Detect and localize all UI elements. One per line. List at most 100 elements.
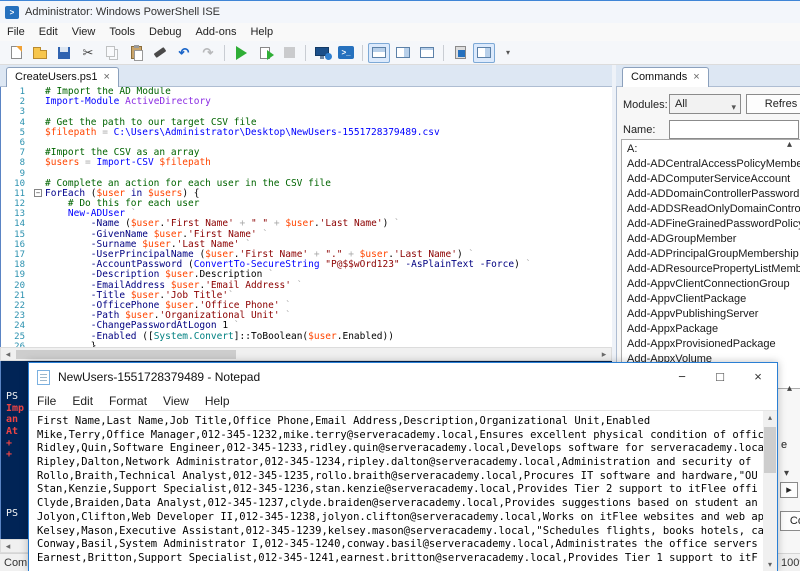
csv-line: Ripley,Dalton,Network Administrator,012-…: [37, 456, 765, 470]
command-list-item[interactable]: A:: [622, 142, 800, 157]
line-number: 13: [1, 209, 33, 219]
menu-debug[interactable]: Debug: [142, 23, 188, 41]
scroll-left-icon[interactable]: ◂: [1, 348, 15, 360]
name-label: Name:: [623, 124, 655, 136]
ise-titlebar[interactable]: > Administrator: Windows PowerShell ISE: [0, 1, 800, 23]
list-scrollbar-up-icon-2[interactable]: ▴: [787, 383, 792, 394]
show-script-pane-top-icon[interactable]: [368, 43, 390, 63]
command-list-item[interactable]: Add-ADCentralAccessPolicyMember: [622, 157, 800, 172]
fold-column: [33, 321, 45, 331]
stop-operation-icon[interactable]: [278, 43, 300, 63]
run-script-icon[interactable]: [230, 43, 252, 63]
fold-column: [33, 250, 45, 260]
minimize-button[interactable]: −: [663, 363, 701, 391]
menu-tools[interactable]: Tools: [102, 23, 142, 41]
csv-line: Jolyon,Clifton,Web Developer II,012-345-…: [37, 511, 765, 525]
line-number: 14: [1, 219, 33, 229]
copy-button[interactable]: Cop: [780, 511, 800, 531]
scroll-left-icon[interactable]: ◂: [1, 540, 15, 552]
notepad-vscroll-thumb[interactable]: [764, 427, 776, 473]
copy-icon[interactable]: [101, 43, 123, 63]
notepad-menu-help[interactable]: Help: [197, 391, 238, 411]
chevron-down-icon[interactable]: ▾: [784, 468, 789, 479]
line-number: 8: [1, 158, 33, 168]
command-list-item[interactable]: Add-ADResourcePropertyListMember: [622, 262, 800, 277]
csv-line: Kelsey,Mason,Executive Assistant,012-345…: [37, 525, 765, 539]
scroll-down-icon[interactable]: ▾: [763, 558, 777, 571]
notepad-menu-format[interactable]: Format: [101, 391, 155, 411]
refresh-button[interactable]: Refres: [746, 94, 800, 114]
script-editor[interactable]: 1# Import the AD Module2Import-Module Ac…: [0, 87, 612, 347]
modules-dropdown[interactable]: All ▾: [669, 94, 741, 114]
toolbar-overflow-icon[interactable]: ▾: [497, 43, 519, 63]
menu-help[interactable]: Help: [243, 23, 280, 41]
list-scrollbar-up-icon[interactable]: ▴: [787, 139, 792, 150]
command-list-item[interactable]: Add-AppvPublishingServer: [622, 307, 800, 322]
line-number: 7: [1, 148, 33, 158]
csv-line: Conway,Basil,System Administrator I,012-…: [37, 538, 765, 552]
command-list-item[interactable]: Add-AppvClientConnectionGroup: [622, 277, 800, 292]
commands-tab-close-icon[interactable]: ×: [693, 72, 699, 83]
menu-edit[interactable]: Edit: [32, 23, 65, 41]
screen: > Administrator: Windows PowerShell ISE …: [0, 0, 800, 571]
notepad-menu-view[interactable]: View: [155, 391, 197, 411]
show-script-pane-right-icon[interactable]: [392, 43, 414, 63]
command-list-item[interactable]: Add-ADGroupMember: [622, 232, 800, 247]
notepad-menubar: FileEditFormatViewHelp: [29, 391, 777, 411]
csv-line: First Name,Last Name,Job Title,Office Ph…: [37, 415, 765, 429]
fold-column: [33, 148, 45, 158]
new-remote-powershell-tab-icon[interactable]: [311, 43, 333, 63]
command-list-item[interactable]: Add-AppxPackage: [622, 322, 800, 337]
line-number: 12: [1, 199, 33, 209]
cut-icon[interactable]: ✂: [77, 43, 99, 63]
start-powershell-exe-icon[interactable]: >_: [335, 43, 357, 63]
menu-addons[interactable]: Add-ons: [188, 23, 243, 41]
maximize-button[interactable]: □: [701, 363, 739, 391]
command-list-item[interactable]: Add-ADDSReadOnlyDomainControllerAcco: [622, 202, 800, 217]
editor-hscroll-thumb[interactable]: [16, 350, 236, 359]
scroll-up-icon[interactable]: ▴: [763, 411, 777, 425]
command-list-item[interactable]: Add-AppxProvisionedPackage: [622, 337, 800, 352]
save-icon[interactable]: [53, 43, 75, 63]
notepad-titlebar[interactable]: NewUsers-1551728379489 - Notepad − □ ×: [29, 363, 777, 391]
new-script-icon[interactable]: [5, 43, 27, 63]
line-number: 6: [1, 138, 33, 148]
command-list-item[interactable]: Add-AppvClientPackage: [622, 292, 800, 307]
scroll-right-button[interactable]: ▸: [780, 482, 798, 498]
editor-horizontal-scrollbar[interactable]: ◂ ▸: [0, 347, 612, 361]
command-list-item[interactable]: Add-ADDomainControllerPasswordReplicat: [622, 187, 800, 202]
open-script-icon[interactable]: [29, 43, 51, 63]
notepad-window-title: NewUsers-1551728379489 - Notepad: [58, 370, 260, 384]
redo-icon[interactable]: ↷: [197, 43, 219, 63]
close-button[interactable]: ×: [739, 363, 777, 391]
script-tab-close-icon[interactable]: ×: [104, 72, 110, 83]
name-input[interactable]: [669, 120, 799, 139]
show-script-pane-maximized-icon[interactable]: [416, 43, 438, 63]
scroll-right-icon[interactable]: ▸: [597, 348, 611, 360]
clear-console-pane-icon[interactable]: [149, 43, 171, 63]
command-list-item[interactable]: Add-ADComputerServiceAccount: [622, 172, 800, 187]
notepad-menu-edit[interactable]: Edit: [64, 391, 101, 411]
line-number: 11: [1, 189, 33, 199]
fold-column: [33, 209, 45, 219]
fold-column: [33, 128, 45, 138]
fold-column: [33, 158, 45, 168]
new-powershell-tab-icon[interactable]: [449, 43, 471, 63]
commands-list: A:Add-ADCentralAccessPolicyMemberAdd-ADC…: [621, 139, 800, 389]
tab-commands[interactable]: Commands ×: [622, 67, 709, 87]
line-number: 17: [1, 250, 33, 260]
notepad-menu-file[interactable]: File: [29, 391, 64, 411]
notepad-text-area[interactable]: First Name,Last Name,Job Title,Office Ph…: [29, 411, 765, 571]
command-list-item[interactable]: Add-ADFineGrainedPasswordPolicySubject: [622, 217, 800, 232]
run-selection-icon[interactable]: [254, 43, 276, 63]
command-list-item[interactable]: Add-ADPrincipalGroupMembership: [622, 247, 800, 262]
collapse-icon[interactable]: −: [34, 189, 42, 197]
notepad-vertical-scrollbar[interactable]: ▴ ▾: [763, 411, 777, 571]
show-command-addon-icon[interactable]: [473, 43, 495, 63]
menu-view[interactable]: View: [65, 23, 103, 41]
menu-file[interactable]: File: [0, 23, 32, 41]
fold-column: [33, 230, 45, 240]
paste-icon[interactable]: [125, 43, 147, 63]
tab-createusers-ps1[interactable]: CreateUsers.ps1 ×: [6, 67, 119, 87]
undo-icon[interactable]: ↶: [173, 43, 195, 63]
